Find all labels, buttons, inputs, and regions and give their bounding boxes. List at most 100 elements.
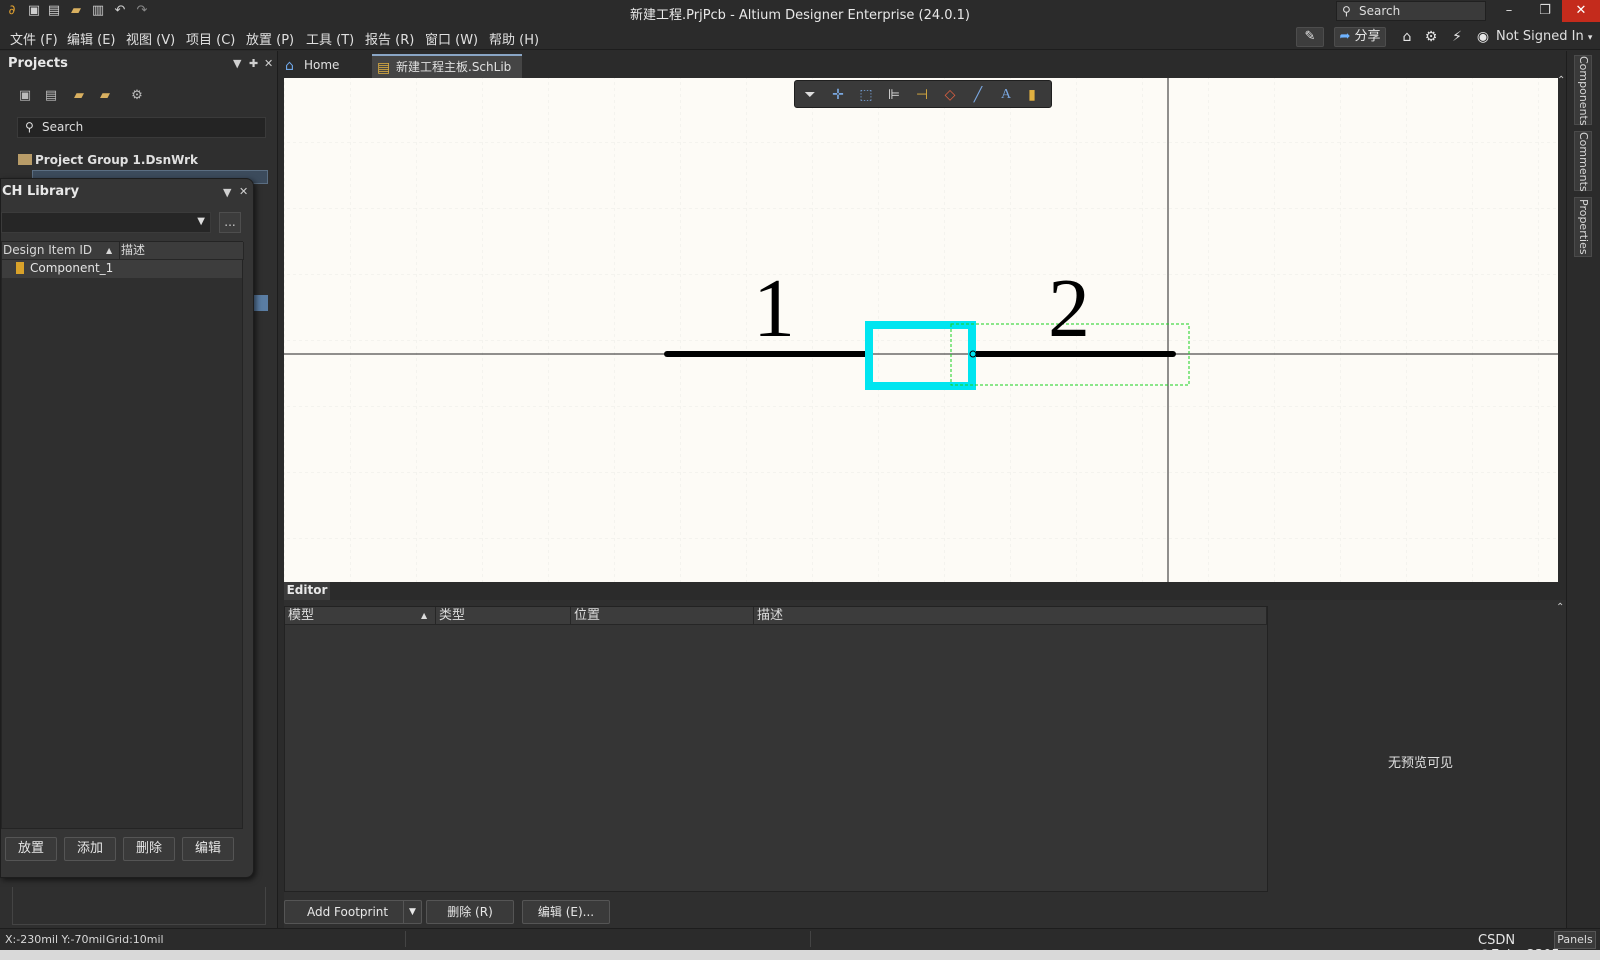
- edit-model-button[interactable]: 编辑 (E)...: [522, 900, 610, 924]
- account-label: Not Signed In: [1496, 29, 1584, 44]
- delete-model-button[interactable]: 删除 (R): [426, 900, 514, 924]
- panel-menu-chevron-icon[interactable]: ▼: [223, 186, 231, 199]
- rail-tab-properties[interactable]: Properties: [1574, 197, 1592, 257]
- collapse-up-icon[interactable]: ⌃: [1556, 602, 1564, 613]
- place-line-icon[interactable]: ╱: [969, 86, 987, 104]
- table-row[interactable]: Component_1: [2, 260, 242, 278]
- column-location[interactable]: 位置: [571, 607, 754, 625]
- grid-background: [284, 78, 1558, 582]
- grid-size: Grid:10mil: [106, 933, 164, 946]
- rail-tab-comments[interactable]: Comments: [1574, 131, 1592, 192]
- menu-file[interactable]: 文件 (F): [10, 29, 58, 48]
- search-icon: ⚲: [25, 120, 34, 134]
- rail-tab-components[interactable]: Components: [1574, 55, 1592, 126]
- tab-home-page[interactable]: ⌂ Home Page: [280, 54, 368, 94]
- status-bar: X:-230mil Y:-70mil Grid:10mil Panels CSD…: [0, 928, 1600, 960]
- collapse-up-icon[interactable]: ⌃: [1557, 75, 1565, 86]
- panel-menu-chevron-icon[interactable]: ▼: [233, 57, 241, 70]
- pin-label-2: 2: [1048, 262, 1090, 355]
- save-project-icon[interactable]: ▣: [16, 87, 34, 105]
- pin-icon[interactable]: ✚: [249, 57, 258, 70]
- menu-help[interactable]: 帮助 (H): [489, 29, 539, 48]
- align-icon[interactable]: ⊫: [885, 86, 903, 104]
- scrollbar-thumb[interactable]: [254, 295, 268, 311]
- editor-label-bar: Editor: [284, 582, 1558, 600]
- project-options-folder-icon[interactable]: ▰: [96, 87, 114, 105]
- title-search-input[interactable]: ⚲ Search: [1336, 1, 1486, 21]
- comment-button[interactable]: ✎: [1296, 27, 1324, 47]
- editor-tab[interactable]: Editor: [284, 582, 330, 600]
- menu-reports[interactable]: 报告 (R): [365, 29, 414, 48]
- projects-tree-frame: [12, 887, 266, 925]
- open-project-folder-icon[interactable]: ▰: [70, 87, 88, 105]
- column-type[interactable]: 类型: [436, 607, 571, 625]
- projects-search-placeholder: Search: [42, 120, 84, 134]
- edit-button[interactable]: 编辑: [182, 837, 234, 861]
- settings-gear-icon[interactable]: ⚙: [1422, 28, 1440, 46]
- projects-search-input[interactable]: ⚲ Search: [17, 117, 266, 138]
- menu-tools[interactable]: 工具 (T): [306, 29, 354, 48]
- taskbar-strip: [0, 950, 1600, 960]
- home-icon[interactable]: ⌂: [1398, 28, 1416, 46]
- column-description[interactable]: 描述: [754, 607, 1267, 625]
- active-bar-toolbar: ⏷ ✛ ⬚ ⊫ ⊣ ◇ ╱ A ▮: [794, 80, 1052, 108]
- preview-placeholder: 无预览可见: [1388, 756, 1454, 771]
- sort-ascending-icon: ▲: [421, 611, 428, 620]
- save-document-icon[interactable]: ▤: [42, 87, 60, 105]
- model-table: 模型 ▲ 类型 位置 描述: [284, 606, 1268, 892]
- add-part-icon[interactable]: ▮: [1023, 86, 1041, 104]
- title-bar: ∂ ▣ ▤ ▰ ▥ ↶ ↷ 新建工程.PrjPcb - Altium Desig…: [0, 0, 1600, 24]
- component-icon: [16, 262, 24, 274]
- add-footprint-button[interactable]: Add Footprint ▼: [284, 900, 422, 924]
- account-status[interactable]: Not Signed In ▾: [1496, 29, 1592, 44]
- sch-library-header: CH Library ▼ ✕: [1, 179, 253, 203]
- column-type-label: 类型: [439, 608, 466, 623]
- move-icon[interactable]: ✛: [829, 86, 847, 104]
- column-description-label: 描述: [757, 608, 784, 623]
- close-button[interactable]: ✕: [1562, 0, 1600, 22]
- column-model-label: 模型: [288, 608, 315, 623]
- chevron-down-icon: ▼: [197, 216, 205, 227]
- library-component-table: Design Item ID ▲ 描述 Component_1: [1, 241, 244, 829]
- add-footprint-label: Add Footprint: [307, 905, 389, 919]
- place-shape-icon[interactable]: ◇: [941, 86, 959, 104]
- column-description[interactable]: 描述: [120, 242, 244, 260]
- minimize-button[interactable]: –: [1490, 0, 1528, 22]
- column-design-item-id[interactable]: Design Item ID ▲: [2, 242, 120, 260]
- comment-icon: ✎: [1304, 29, 1316, 44]
- menu-window[interactable]: 窗口 (W): [425, 29, 478, 48]
- place-text-icon[interactable]: A: [997, 86, 1015, 104]
- library-filter-dropdown[interactable]: ▼: [1, 212, 211, 233]
- schlib-document-icon: ▤: [377, 60, 391, 76]
- restore-button[interactable]: ❐: [1526, 0, 1564, 22]
- add-button[interactable]: 添加: [64, 837, 116, 861]
- share-label: 分享: [1354, 29, 1381, 44]
- user-avatar-icon[interactable]: ◉: [1474, 28, 1492, 46]
- column-model[interactable]: 模型 ▲: [285, 607, 436, 625]
- component-id: Component_1: [30, 261, 114, 275]
- menu-place[interactable]: 放置 (P): [246, 29, 294, 48]
- library-more-button[interactable]: ...: [219, 212, 241, 233]
- share-button[interactable]: ➦ 分享: [1334, 27, 1386, 47]
- projects-panel-header: Projects ▼ ✚ ✕: [0, 51, 278, 77]
- tab-schlib[interactable]: ▤ 新建工程主板.SchLib *: [372, 54, 522, 96]
- schematic-canvas[interactable]: 1 2 ⏷ ✛ ⬚ ⊫ ⊣ ◇ ╱ A ▮: [284, 78, 1558, 582]
- delete-button[interactable]: 删除: [123, 837, 175, 861]
- column-location-label: 位置: [574, 608, 601, 623]
- column-design-item-id-label: Design Item ID: [3, 243, 93, 257]
- filter-icon[interactable]: ⏷: [801, 86, 819, 104]
- home-icon: ⌂: [285, 58, 294, 74]
- projects-panel-title: Projects: [8, 56, 68, 71]
- menu-view[interactable]: 视图 (V): [126, 29, 175, 48]
- place-button[interactable]: 放置: [5, 837, 57, 861]
- panel-close-icon[interactable]: ✕: [264, 57, 273, 70]
- menu-project[interactable]: 项目 (C): [186, 29, 235, 48]
- title-search-placeholder: Search: [1359, 4, 1401, 18]
- place-pin-icon[interactable]: ⊣: [913, 86, 931, 104]
- select-rect-icon[interactable]: ⬚: [857, 86, 875, 104]
- project-settings-gear-icon[interactable]: ⚙: [128, 87, 146, 105]
- project-group-item[interactable]: Project Group 1.DsnWrk: [18, 153, 198, 167]
- panel-close-icon[interactable]: ✕: [239, 185, 248, 198]
- notifications-icon[interactable]: ⚡: [1448, 28, 1466, 46]
- menu-edit[interactable]: 编辑 (E): [67, 29, 116, 48]
